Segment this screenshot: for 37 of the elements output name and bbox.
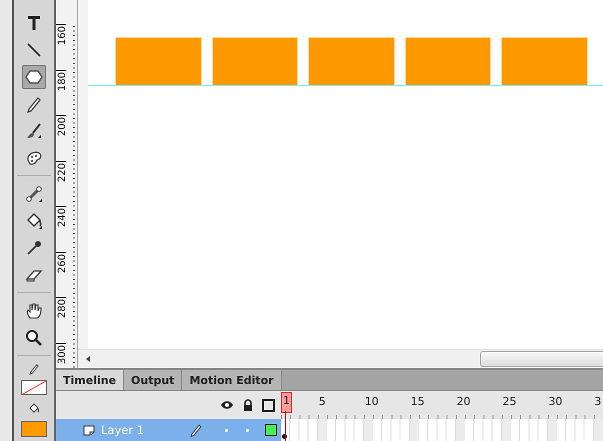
layer-name: Layer 1 (101, 423, 144, 437)
frame-number: 15 (410, 395, 425, 408)
frame-number: 25 (502, 395, 516, 408)
panel-tab[interactable]: Output (124, 370, 182, 390)
eye-icon[interactable] (220, 400, 234, 410)
stroke-color-swatch[interactable] (21, 380, 47, 396)
ruler-label: 300 (57, 344, 68, 364)
ruler-label: 240 (57, 208, 68, 228)
polystar-tool-button[interactable] (22, 64, 46, 88)
hand-icon (24, 300, 44, 320)
frame-number: 30 (547, 395, 562, 408)
playhead[interactable]: 1 (281, 392, 292, 413)
panel-tab[interactable]: Timeline (56, 370, 124, 390)
playhead-line (285, 411, 286, 441)
frame-number: 3 (593, 395, 602, 408)
visibility-dot[interactable] (225, 428, 228, 432)
lock-dot[interactable] (246, 428, 249, 432)
outline-color-square[interactable] (265, 424, 277, 436)
ruler-label: 260 (57, 254, 68, 273)
fill-color-swatch[interactable] (21, 420, 47, 437)
ruler-label: 280 (57, 299, 68, 318)
zoom-icon (24, 328, 44, 348)
ruler-label: 180 (57, 72, 68, 91)
scrollbar-thumb[interactable] (480, 351, 603, 368)
ruler-label: 160 (57, 26, 68, 46)
lock-icon[interactable] (243, 399, 253, 411)
bone-icon (24, 184, 44, 204)
panel-tab[interactable]: Motion Editor (182, 370, 282, 390)
outline-square-icon[interactable] (262, 398, 275, 412)
layer-icon (83, 424, 95, 436)
ruler-label: 200 (57, 117, 68, 136)
brush-icon (24, 120, 44, 140)
scroll-left-arrow[interactable] (86, 356, 90, 362)
frame-number: 5 (318, 395, 326, 408)
ruler-label: 220 (57, 162, 68, 182)
frame-number: 10 (364, 395, 379, 408)
frame-number: 20 (456, 395, 471, 408)
